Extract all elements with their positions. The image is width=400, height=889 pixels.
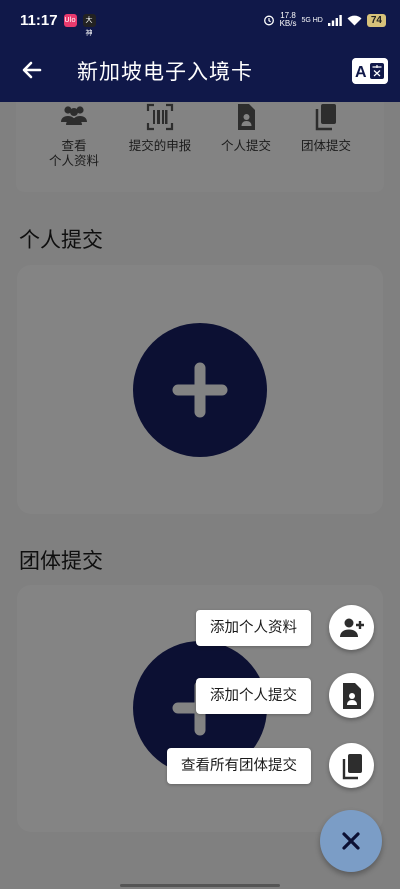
quick-actions-card: 查看 个人资料 提交的申报 个人提交 团体提交 <box>16 102 384 192</box>
quick-action-view-profile[interactable]: 查看 个人资料 <box>28 102 120 168</box>
app-bar: 新加坡电子入境卡 A <box>0 40 400 102</box>
person-document-icon <box>238 104 255 130</box>
person-document-icon <box>342 682 361 709</box>
quick-action-submitted-declarations[interactable]: 提交的申报 <box>114 102 206 153</box>
section-title-individual: 个人提交 <box>19 228 103 252</box>
speed-dial-label[interactable]: 查看所有团体提交 <box>167 747 311 784</box>
copy-documents-icon <box>315 104 336 131</box>
wifi-icon <box>347 15 362 25</box>
quick-action-label: 提交的申报 <box>128 138 192 153</box>
view-group-submissions-button[interactable] <box>329 743 374 788</box>
quick-action-label: 个人资料 <box>48 153 99 168</box>
copy-documents-icon <box>342 753 362 779</box>
page-title: 新加坡电子入境卡 <box>77 60 253 84</box>
people-icon <box>61 106 87 125</box>
home-indicator <box>120 884 280 887</box>
translate-icon[interactable]: A <box>352 58 388 84</box>
close-speed-dial-button[interactable] <box>320 810 382 872</box>
notification-app-icon: Ulo <box>63 13 77 27</box>
quick-action-label: 团体提交 <box>300 138 351 153</box>
speed-dial-view-group[interactable]: 查看所有团体提交 <box>167 743 374 788</box>
alarm-icon <box>263 15 274 26</box>
arrow-left-icon[interactable] <box>20 58 44 82</box>
notification-app-icon: 大神 <box>82 13 96 37</box>
speed-dial-add-individual[interactable]: 添加个人提交 <box>196 673 374 718</box>
person-add-icon <box>339 618 364 637</box>
speed-dial-label[interactable]: 添加个人提交 <box>196 677 311 714</box>
signal-label: 5G HD <box>301 16 323 24</box>
quick-action-group-submission[interactable]: 团体提交 <box>280 102 372 153</box>
add-profile-button[interactable] <box>329 605 374 650</box>
barcode-scan-icon <box>146 103 174 131</box>
speed-dial-add-profile[interactable]: 添加个人资料 <box>196 605 374 650</box>
quick-action-individual-submission[interactable]: 个人提交 <box>200 102 292 153</box>
network-speed: 17.8 KB/s <box>279 11 297 28</box>
close-icon <box>342 832 360 850</box>
quick-action-label: 个人提交 <box>220 138 271 153</box>
add-individual-button[interactable] <box>133 323 267 457</box>
svg-text:A: A <box>355 64 367 81</box>
section-title-group: 团体提交 <box>19 549 103 573</box>
add-individual-submission-button[interactable] <box>329 673 374 718</box>
quick-action-label: 查看 <box>61 138 87 153</box>
status-bar: 11:17 Ulo 大神 17.8 KB/s 5G HD 74 <box>0 0 400 40</box>
plus-icon <box>172 362 228 418</box>
signal-icon <box>327 14 342 26</box>
status-time: 11:17 <box>20 11 58 29</box>
speed-dial-label[interactable]: 添加个人资料 <box>196 609 311 646</box>
battery-indicator: 74 <box>366 13 386 27</box>
individual-submission-card[interactable] <box>17 265 383 514</box>
